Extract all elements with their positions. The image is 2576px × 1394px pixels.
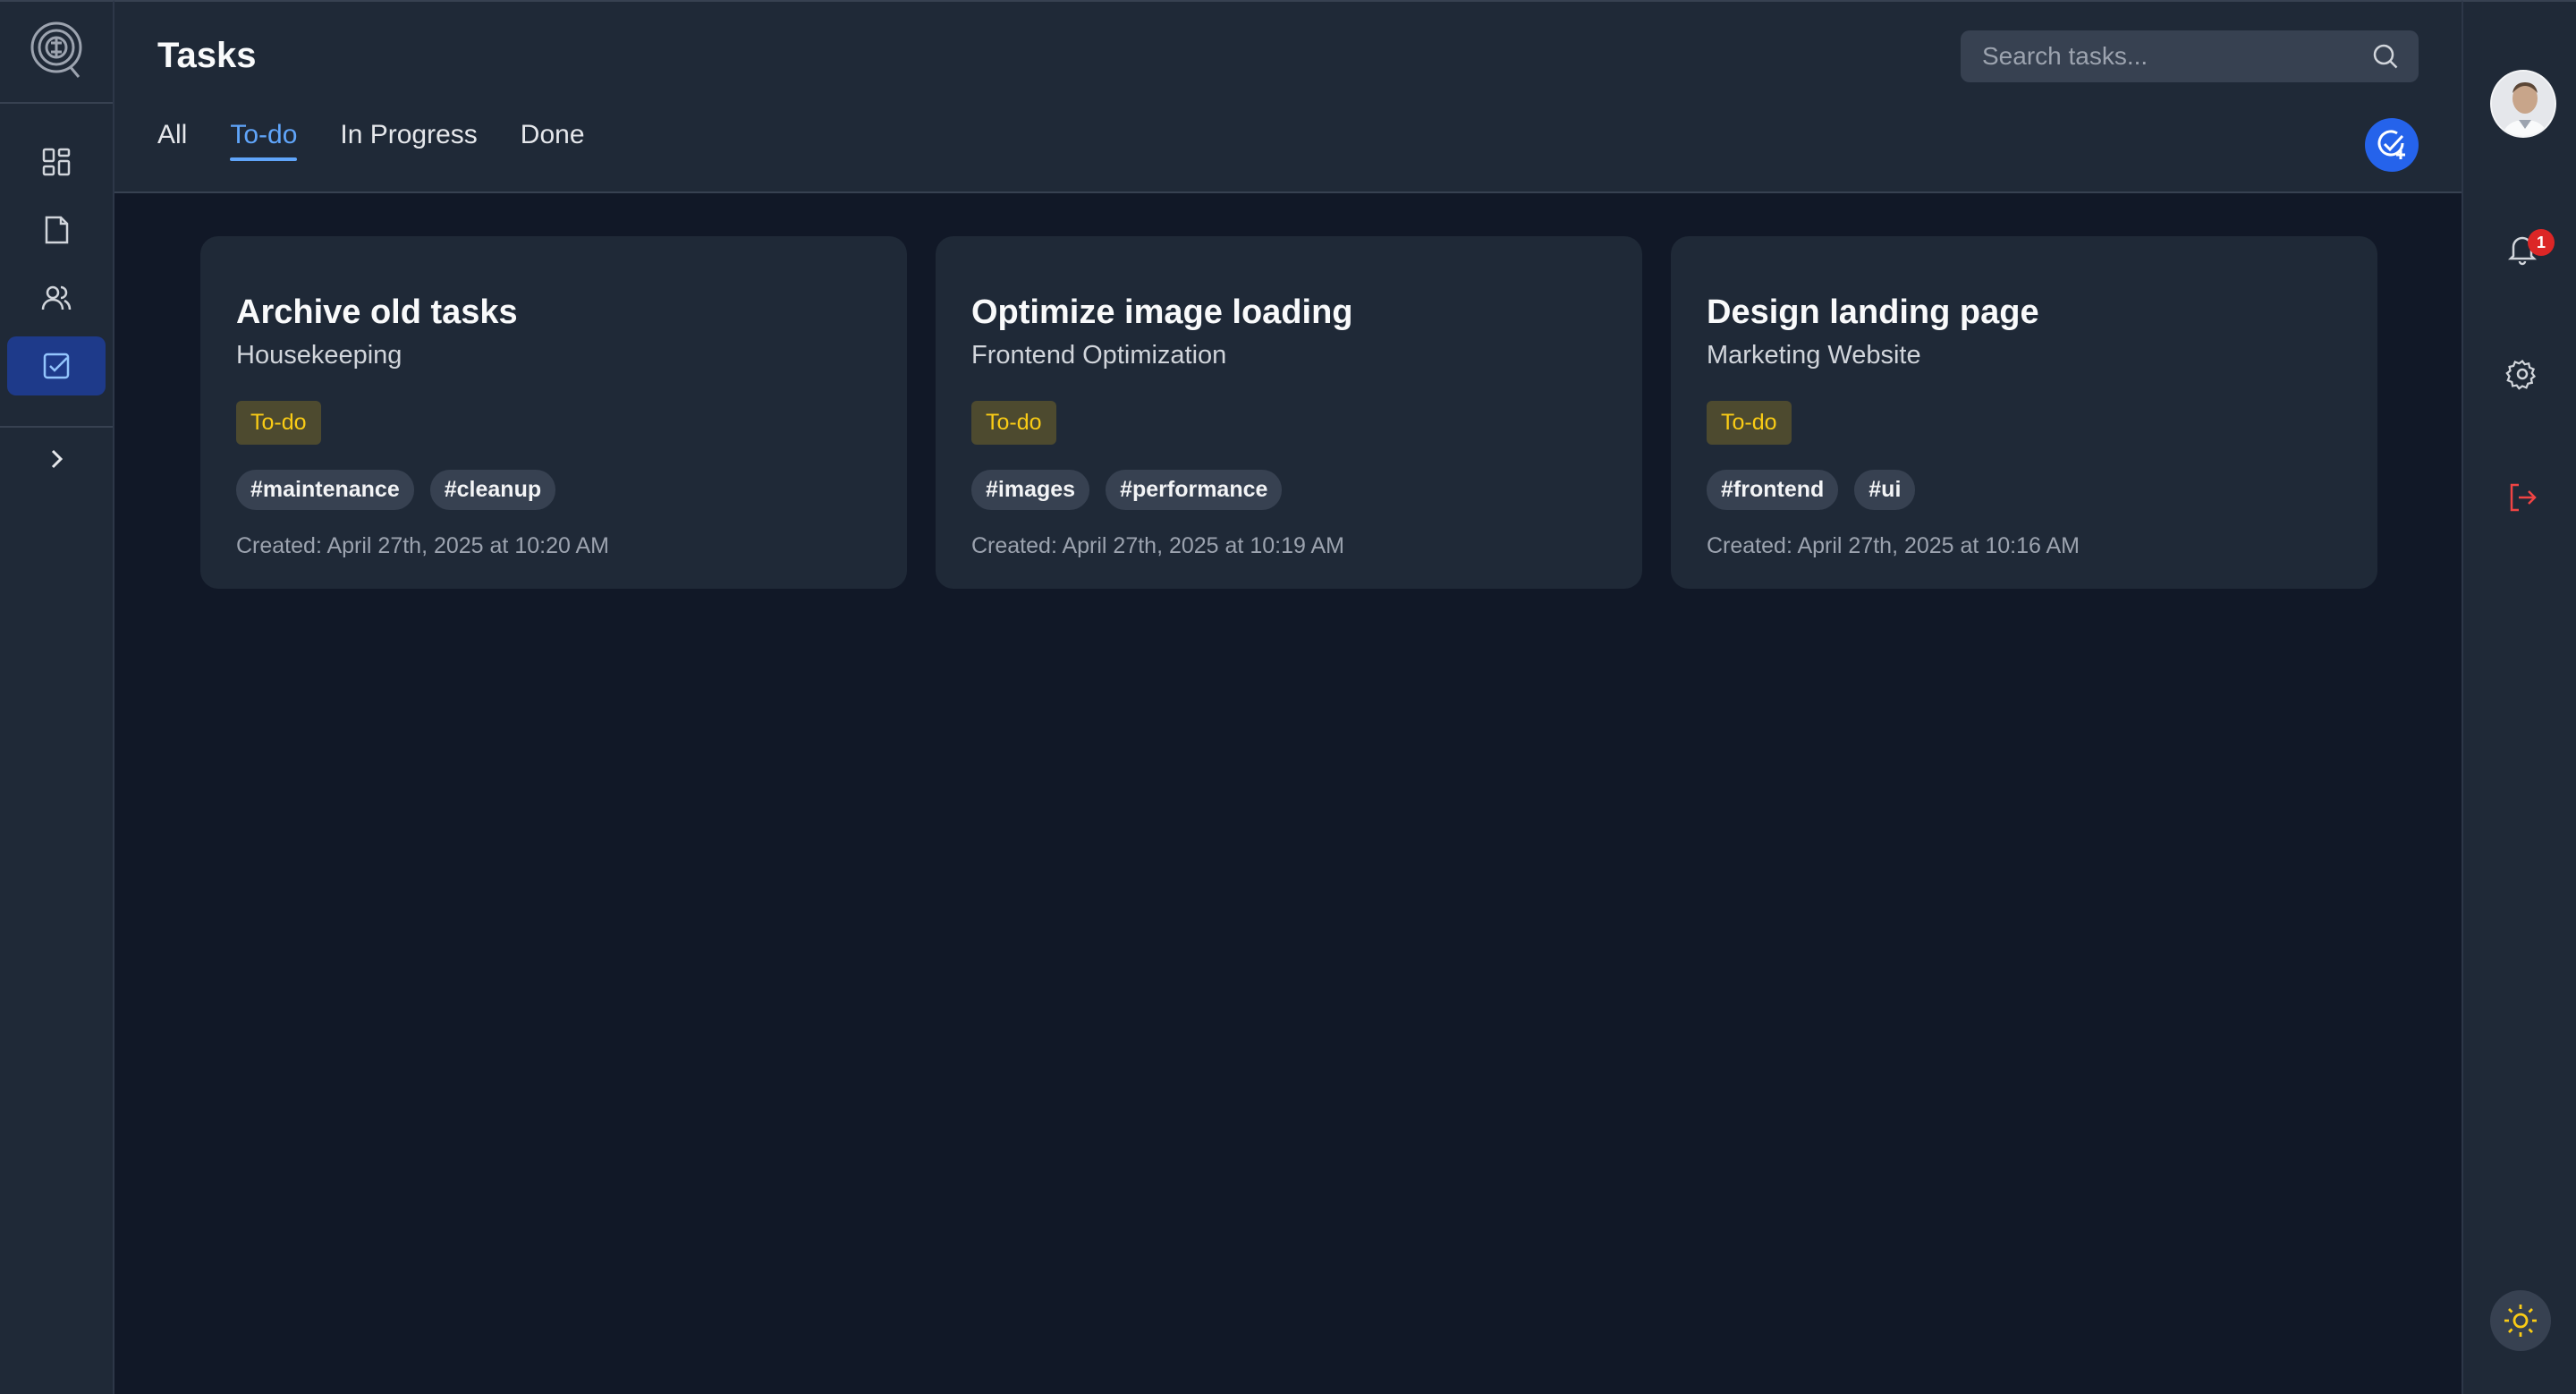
sidebar-item-users[interactable] bbox=[7, 268, 106, 327]
add-task-button[interactable] bbox=[2365, 118, 2419, 172]
created-timestamp: Created: April 27th, 2025 at 10:20 AM bbox=[236, 533, 609, 558]
tag[interactable]: #performance bbox=[1106, 470, 1283, 510]
search-input[interactable] bbox=[1961, 30, 2370, 82]
sidebar-divider bbox=[0, 102, 113, 104]
task-project: Marketing Website bbox=[1707, 341, 1921, 370]
left-sidebar bbox=[0, 0, 114, 1394]
tab-in-progress[interactable]: In Progress bbox=[340, 120, 477, 161]
tag[interactable]: #frontend bbox=[1707, 470, 1839, 510]
notifications-button[interactable]: 1 bbox=[2494, 220, 2555, 277]
tag-list: #images #performance bbox=[971, 470, 1606, 510]
sun-icon bbox=[2504, 1305, 2537, 1337]
search-box bbox=[1961, 30, 2419, 82]
sidebar-item-documents[interactable] bbox=[7, 200, 106, 259]
chevron-right-icon bbox=[51, 449, 64, 469]
right-sidebar: 1 bbox=[2462, 0, 2576, 1394]
task-title: Design landing page bbox=[1707, 293, 2039, 331]
tag[interactable]: #maintenance bbox=[236, 470, 414, 510]
tasks-checkbox-icon bbox=[43, 353, 70, 379]
tab-all[interactable]: All bbox=[157, 120, 187, 161]
settings-button[interactable] bbox=[2494, 345, 2551, 403]
task-project: Frontend Optimization bbox=[971, 341, 1227, 370]
created-timestamp: Created: April 27th, 2025 at 10:16 AM bbox=[1707, 533, 2080, 558]
tab-todo[interactable]: To-do bbox=[230, 120, 298, 161]
theme-toggle-button[interactable] bbox=[2490, 1290, 2551, 1351]
logout-button[interactable] bbox=[2494, 469, 2551, 526]
created-timestamp: Created: April 27th, 2025 at 10:19 AM bbox=[971, 533, 1344, 558]
task-card[interactable]: Optimize image loading Frontend Optimiza… bbox=[936, 236, 1642, 589]
tag[interactable]: #images bbox=[971, 470, 1090, 510]
sidebar-divider bbox=[0, 426, 113, 428]
task-project: Housekeeping bbox=[236, 341, 402, 370]
task-card[interactable]: Design landing page Marketing Website To… bbox=[1671, 236, 2377, 589]
status-badge: To-do bbox=[236, 401, 321, 445]
users-icon bbox=[41, 285, 72, 310]
sidebar-item-tasks[interactable] bbox=[7, 336, 106, 395]
status-badge: To-do bbox=[1707, 401, 1792, 445]
page-header: Tasks All To-do In Progress Done bbox=[114, 0, 2462, 193]
task-title: Optimize image loading bbox=[971, 293, 1353, 331]
sidebar-expand-button[interactable] bbox=[7, 429, 106, 489]
status-badge: To-do bbox=[971, 401, 1056, 445]
tag-list: #frontend #ui bbox=[1707, 470, 2342, 510]
status-tabs: All To-do In Progress Done bbox=[157, 120, 585, 161]
app-logo-icon[interactable] bbox=[29, 20, 84, 79]
check-plus-icon bbox=[2377, 130, 2405, 159]
sidebar-item-dashboard[interactable] bbox=[7, 132, 106, 191]
search-icon[interactable] bbox=[2370, 41, 2401, 72]
document-icon bbox=[45, 216, 69, 244]
task-card[interactable]: Archive old tasks Housekeeping To-do #ma… bbox=[200, 236, 907, 589]
tag[interactable]: #ui bbox=[1854, 470, 1916, 510]
user-avatar-icon bbox=[2492, 72, 2555, 136]
tab-done[interactable]: Done bbox=[521, 120, 585, 161]
task-card-list: Archive old tasks Housekeeping To-do #ma… bbox=[200, 236, 2377, 589]
page-title: Tasks bbox=[157, 36, 257, 75]
avatar[interactable] bbox=[2490, 70, 2556, 138]
notification-count-badge: 1 bbox=[2528, 229, 2555, 256]
tag[interactable]: #cleanup bbox=[429, 470, 556, 510]
gear-icon bbox=[2505, 360, 2537, 390]
logout-icon bbox=[2510, 483, 2537, 512]
dashboard-icon bbox=[42, 148, 71, 176]
task-title: Archive old tasks bbox=[236, 293, 518, 331]
tag-list: #maintenance #cleanup bbox=[236, 470, 871, 510]
